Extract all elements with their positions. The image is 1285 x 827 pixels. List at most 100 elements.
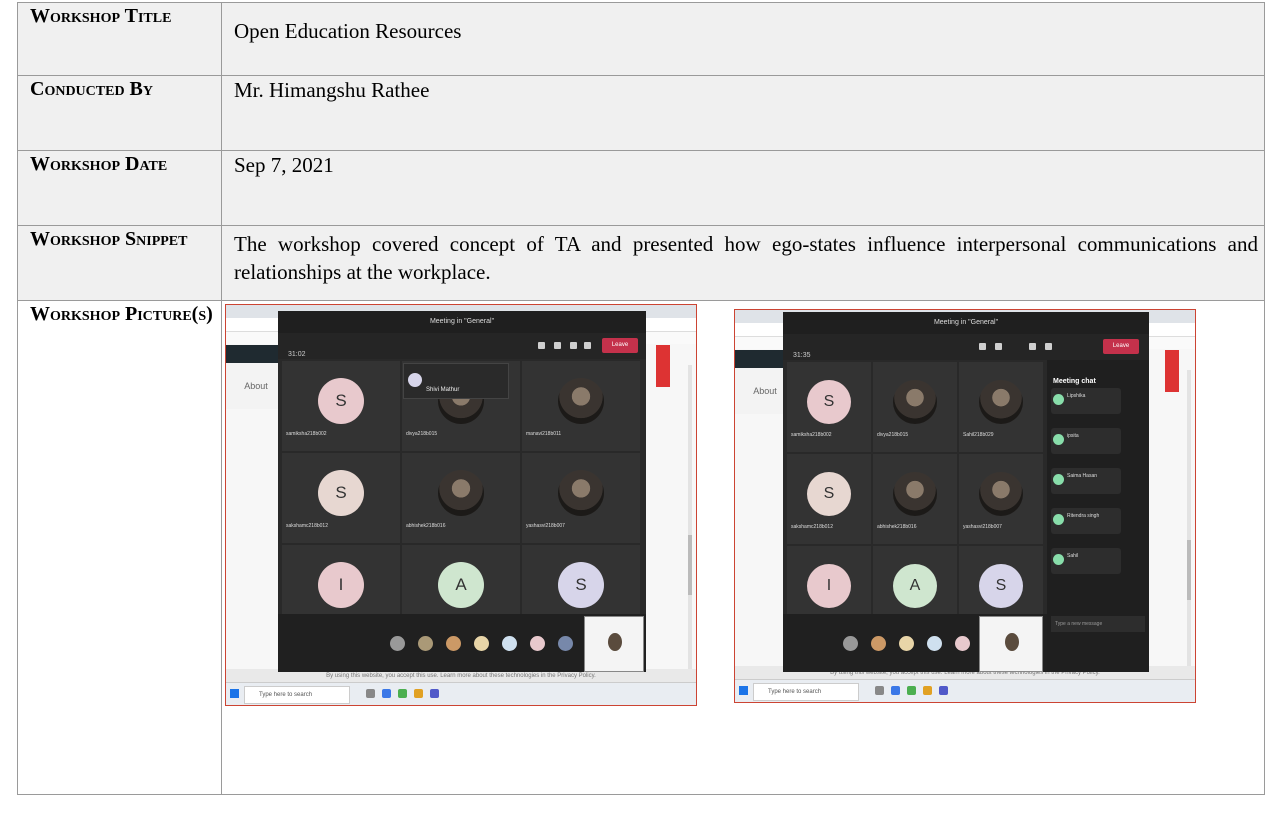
participant-video <box>438 469 484 516</box>
chat-input: Type a new message <box>1051 616 1145 632</box>
strip-avatar <box>871 636 886 651</box>
participant-video <box>893 379 937 424</box>
participant-name: yashasvi218b007 <box>963 524 1002 530</box>
label-workshop-date: Workshop Date <box>17 150 222 226</box>
participant-tile: Ssakshamc218b012 <box>787 454 871 544</box>
chat-message: ipsita <box>1051 428 1121 454</box>
taskbar-app-icon <box>398 689 407 698</box>
participant-avatar: I <box>807 563 851 608</box>
row-pictures: Workshop Picture(s) About By using this … <box>17 300 1265 795</box>
mic-icon <box>1045 343 1052 350</box>
taskbar-app-icon <box>891 686 900 695</box>
taskbar-app-icon <box>907 686 916 695</box>
camera-icon <box>570 342 577 349</box>
participant-name: samiksha218b002 <box>286 431 327 437</box>
label-workshop-snippet: Workshop Snippet <box>17 225 222 301</box>
taskbar-app-icon <box>414 689 423 698</box>
participant-avatar: S <box>979 563 1023 608</box>
people-icon <box>979 343 986 350</box>
row-date: Workshop Date Sep 7, 2021 <box>17 150 1265 226</box>
workshop-title: Open Education Resources <box>221 2 1265 76</box>
participant-tile: yashasvi218b007 <box>959 454 1043 544</box>
workshop-pictures: About By using this website, you accept … <box>221 300 1265 795</box>
leave-button: Leave <box>1103 339 1139 354</box>
label-workshop-pictures: Workshop Picture(s) <box>17 300 222 795</box>
chat-avatar <box>1053 514 1064 525</box>
participant-name: samiksha218b002 <box>791 432 832 438</box>
windows-taskbar: Type here to search <box>226 682 696 705</box>
strip-avatar <box>474 636 489 651</box>
windows-start-icon <box>230 689 239 698</box>
strip-avatar <box>530 636 545 651</box>
participant-avatar: S <box>318 469 364 516</box>
participant-video <box>979 471 1023 516</box>
participant-avatar: A <box>893 563 937 608</box>
taskbar-search: Type here to search <box>753 683 859 701</box>
meeting-toolbar: 31:35 Leave <box>783 334 1149 360</box>
site-banner <box>1165 350 1179 392</box>
strip-avatar <box>843 636 858 651</box>
chat-message-text: ipsita <box>1067 433 1079 439</box>
strip-avatar <box>418 636 433 651</box>
chat-message-text: Lipshika <box>1067 393 1086 399</box>
teams-icon <box>430 689 439 698</box>
taskbar-app-icon <box>382 689 391 698</box>
windows-taskbar: Type here to search <box>735 679 1195 702</box>
chat-message: Lipshika <box>1051 388 1121 414</box>
chat-message: Saima Hasan <box>1051 468 1121 494</box>
chat-avatar <box>1053 554 1064 565</box>
participant-name: manavi218b011 <box>526 431 562 437</box>
strip-avatar <box>446 636 461 651</box>
conducted-by: Mr. Himangshu Rathee <box>221 75 1265 151</box>
chat-icon <box>995 343 1002 350</box>
participant-tile: yashasvi218b007 <box>522 453 640 543</box>
workshop-picture-1: About By using this website, you accept … <box>225 304 697 706</box>
participant-tile: divya218b015 <box>873 362 957 452</box>
people-icon <box>538 342 545 349</box>
page-scrollbar <box>688 365 692 695</box>
strip-avatar <box>927 636 942 651</box>
participant-name: sakshamc218b012 <box>286 523 328 529</box>
popup-name: Shivi Mathur <box>426 387 460 393</box>
mic-icon <box>584 342 591 349</box>
strip-avatar <box>899 636 914 651</box>
teams-window: Meeting in "General" 31:35 Leave Ssamiks… <box>783 312 1149 672</box>
taskbar-search: Type here to search <box>244 686 350 704</box>
participant-strip <box>278 614 646 672</box>
chat-message-text: Sahil <box>1067 553 1079 559</box>
participant-tile: Ssamiksha218b002 <box>282 361 400 451</box>
chat-message-text: Ritendra singh <box>1067 513 1100 519</box>
self-view <box>979 616 1043 672</box>
strip-avatar <box>502 636 517 651</box>
row-snippet: Workshop Snippet The workshop covered co… <box>17 225 1265 301</box>
participant-video <box>558 469 604 516</box>
site-banner <box>656 345 670 387</box>
row-conducted: Conducted By Mr. Himangshu Rathee <box>17 75 1265 151</box>
meeting-title: Meeting in "General" <box>783 312 1149 334</box>
site-about-link: About <box>226 363 286 409</box>
participant-name: sakshamc218b012 <box>791 524 833 530</box>
chat-message: Sahil <box>1051 548 1121 574</box>
taskview-icon <box>366 689 375 698</box>
popup-avatar <box>408 373 422 387</box>
meeting-toolbar: 31:02 Leave <box>278 333 646 359</box>
site-nav <box>226 345 286 363</box>
windows-start-icon <box>739 686 748 695</box>
participant-avatar: S <box>318 377 364 424</box>
participant-avatar: A <box>438 561 484 608</box>
meeting-chat-panel: Meeting chat Lipshika ipsita Saima Hasan Ri… <box>1047 360 1149 672</box>
participant-tile: Ssamiksha218b002 <box>787 362 871 452</box>
participant-tile: abhishek218b016 <box>402 453 520 543</box>
participant-video <box>979 379 1023 424</box>
strip-avatar <box>955 636 970 651</box>
participant-avatar: I <box>318 561 364 608</box>
label-workshop-title: Workshop Title <box>17 2 222 76</box>
participant-strip <box>783 614 1047 672</box>
participant-tile: abhishek218b016 <box>873 454 957 544</box>
participant-tile: manavi218b011 <box>522 361 640 451</box>
taskbar-app-icon <box>923 686 932 695</box>
strip-avatar <box>558 636 573 651</box>
label-conducted-by: Conducted By <box>17 75 222 151</box>
chat-avatar <box>1053 434 1064 445</box>
strip-avatar <box>390 636 405 651</box>
